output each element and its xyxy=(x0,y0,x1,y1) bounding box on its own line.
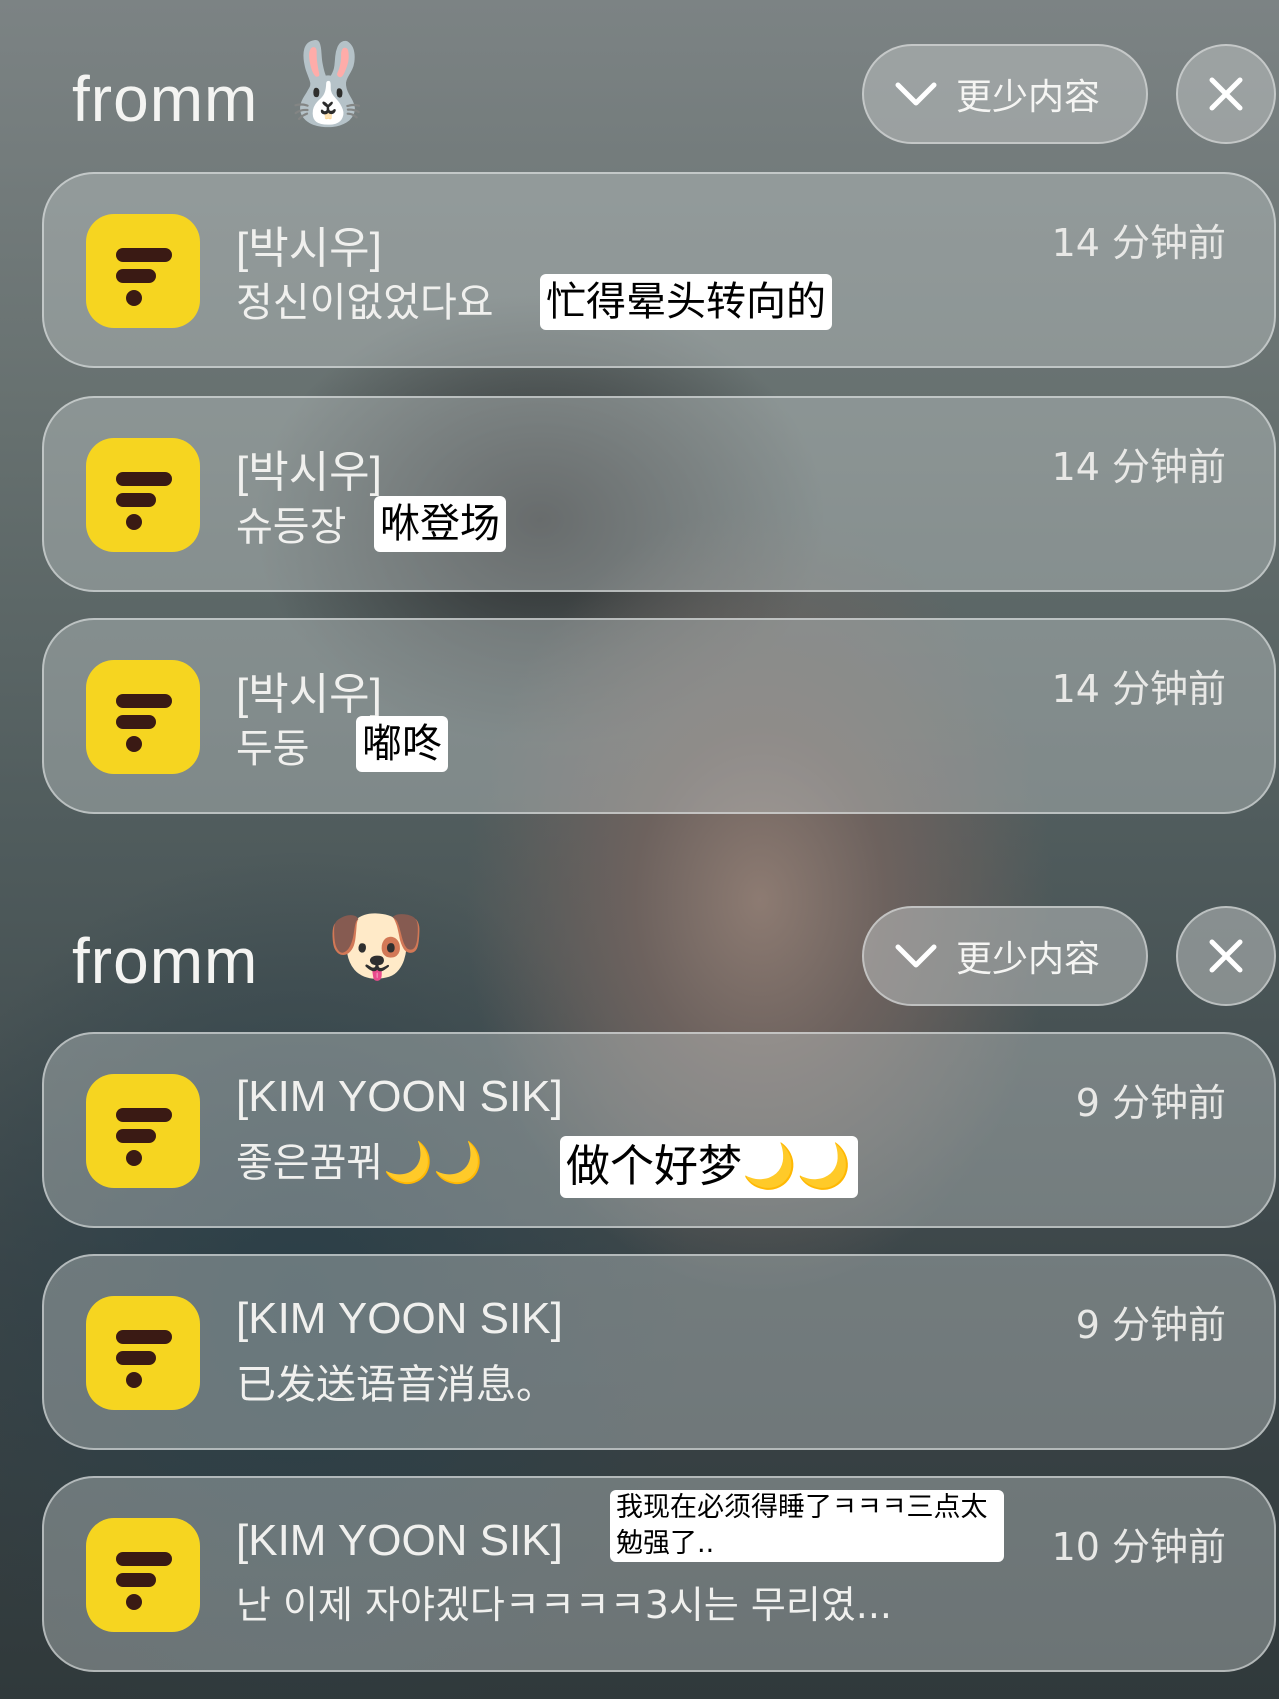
close-group-button[interactable] xyxy=(1176,44,1276,144)
show-less-label: 更少内容 xyxy=(956,77,1101,118)
notification-message: 두둥 xyxy=(236,726,310,772)
notification-group-header: fromm 🐰 更少内容 xyxy=(0,44,1279,144)
close-icon xyxy=(1209,77,1243,111)
notification-sender: [박시우] xyxy=(236,448,382,497)
notification-card[interactable]: [박시우] 정신이없었다요 14 分钟前 xyxy=(42,172,1276,368)
close-group-button[interactable] xyxy=(1176,906,1276,1006)
notification-card[interactable]: [KIM YOON SIK] 좋은꿈꿔🌙🌙 9 分钟前 xyxy=(42,1032,1276,1228)
translation-caption: 嘟咚 xyxy=(356,716,448,772)
notification-card[interactable]: [박시우] 두둥 14 分钟前 xyxy=(42,618,1276,814)
fromm-app-icon xyxy=(86,1518,200,1632)
translation-caption: 忙得晕头转向的 xyxy=(540,274,832,330)
fromm-app-icon xyxy=(86,660,200,774)
notification-sender: [KIM YOON SIK] xyxy=(236,1294,563,1343)
rabbit-face-emoji-icon: 🐰 xyxy=(278,37,378,130)
fromm-app-icon xyxy=(86,1296,200,1410)
notification-message: 좋은꿈꿔🌙🌙 xyxy=(236,1140,483,1186)
notification-time: 9 分钟前 xyxy=(1075,1081,1226,1125)
notification-sender: [KIM YOON SIK] xyxy=(236,1516,563,1565)
notification-message: 정신이없었다요 xyxy=(236,280,494,326)
notification-card[interactable]: [박시우] 슈등장 14 分钟前 xyxy=(42,396,1276,592)
fromm-app-icon xyxy=(86,214,200,328)
show-less-button[interactable]: 更少内容 xyxy=(862,44,1148,144)
chevron-down-icon xyxy=(895,82,937,106)
translation-caption: 我现在必须得睡了ㅋㅋㅋ三点太勉强了.. xyxy=(610,1490,1004,1562)
chevron-down-icon xyxy=(895,944,937,968)
app-name: fromm xyxy=(72,63,259,135)
fromm-app-icon xyxy=(86,438,200,552)
app-name: fromm xyxy=(72,925,259,997)
notification-message: 已发送语音消息。 xyxy=(236,1362,556,1408)
dog-face-emoji-icon: 🐶 xyxy=(326,899,426,992)
fromm-app-icon xyxy=(86,1074,200,1188)
show-less-button[interactable]: 更少内容 xyxy=(862,906,1148,1006)
notification-time: 10 分钟前 xyxy=(1051,1525,1226,1569)
notification-sender: [박시우] xyxy=(236,670,382,719)
notification-time: 14 分钟前 xyxy=(1051,445,1226,489)
notification-group-header: fromm 🐶 更少内容 xyxy=(0,906,1279,1006)
show-less-label: 更少内容 xyxy=(956,939,1101,980)
close-icon xyxy=(1209,939,1243,973)
notification-time: 14 分钟前 xyxy=(1051,221,1226,265)
notification-time: 9 分钟前 xyxy=(1075,1303,1226,1347)
notification-time: 14 分钟前 xyxy=(1051,667,1226,711)
notification-message: 슈등장 xyxy=(236,504,347,550)
notification-card[interactable]: [KIM YOON SIK] 已发送语音消息。 9 分钟前 xyxy=(42,1254,1276,1450)
notification-message: 난 이제 자야겠다ㅋㅋㅋㅋ3시는 무리였... xyxy=(236,1583,893,1627)
notification-sender: [박시우] xyxy=(236,224,382,273)
notification-sender: [KIM YOON SIK] xyxy=(236,1072,563,1121)
translation-caption: 咻登场 xyxy=(374,496,506,552)
translation-caption: 做个好梦🌙🌙 xyxy=(560,1136,858,1198)
